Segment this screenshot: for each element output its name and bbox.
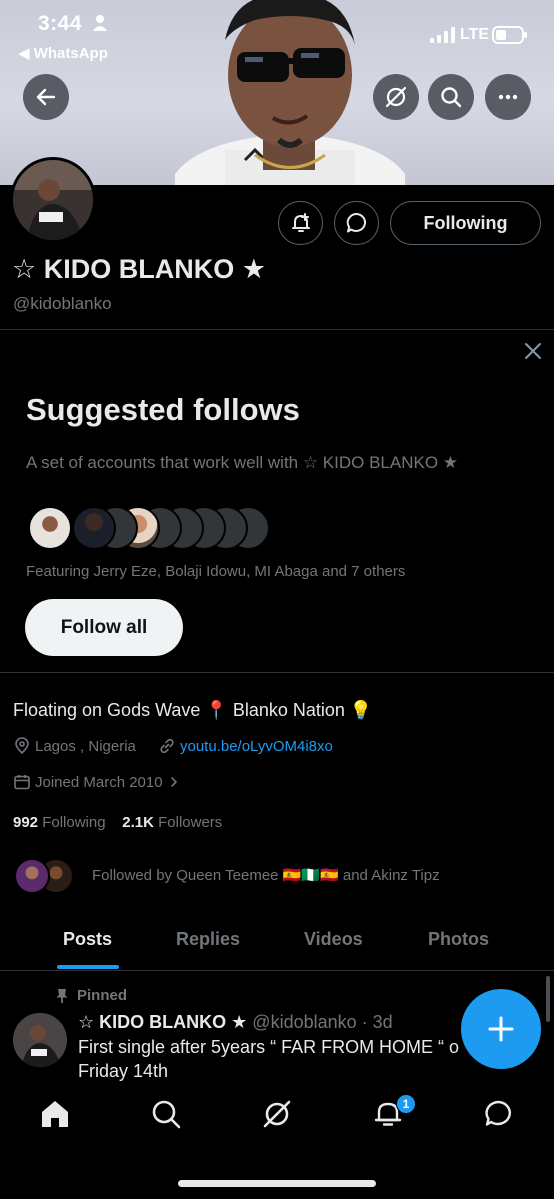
following-count: 992: [13, 814, 39, 831]
post-meta: @kidoblanko · 3d: [252, 1012, 393, 1032]
person-icon: [93, 15, 107, 31]
divider: [0, 672, 554, 673]
back-to-app-link[interactable]: ◀ WhatsApp: [18, 44, 108, 62]
grok-button[interactable]: [373, 74, 419, 120]
tab-replies[interactable]: Replies: [176, 929, 240, 950]
post-avatar[interactable]: [13, 1013, 67, 1067]
status-bar: 3:44 ◀ WhatsApp LTE: [0, 0, 554, 70]
close-icon[interactable]: [522, 340, 544, 362]
tab-posts[interactable]: Posts: [63, 929, 112, 950]
post-text-line-2[interactable]: Friday 14th: [78, 1061, 168, 1082]
profile-bio: Floating on Gods Wave 📍 Blanko Nation 💡: [13, 700, 373, 720]
profile-name: ☆ KIDO BLANKO ★: [12, 254, 266, 284]
profile-website[interactable]: youtu.be/oLyvOM4i8xo: [158, 737, 333, 755]
home-indicator[interactable]: [178, 1180, 376, 1187]
profile-location: Lagos , Nigeria: [13, 737, 136, 755]
bell-plus-icon: [291, 213, 310, 232]
search-button[interactable]: [428, 74, 474, 120]
grok-nav-icon[interactable]: [260, 1097, 294, 1131]
network-label: LTE: [460, 26, 490, 43]
status-time: 3:44: [38, 12, 83, 35]
pin-icon: [56, 988, 68, 1003]
pinned-label: Pinned: [55, 987, 127, 1004]
signal-icon: [430, 27, 455, 43]
chevron-right-icon: [170, 777, 177, 787]
suggested-avatar: [72, 506, 116, 550]
post-text-line-1[interactable]: First single after 5years “ FAR FROM HOM…: [78, 1037, 459, 1058]
followers-stat[interactable]: 2.1K Followers: [122, 814, 222, 831]
followers-label: Followers: [158, 814, 223, 831]
post-author: ☆ KIDO BLANKO ★: [78, 1012, 248, 1032]
suggested-follows-title: Suggested follows: [26, 392, 300, 427]
home-icon[interactable]: [38, 1097, 72, 1131]
more-icon: [498, 94, 518, 100]
suggested-follows-subtitle: A set of accounts that work well with ☆ …: [26, 453, 459, 472]
battery-icon: [492, 26, 527, 44]
followed-by-text[interactable]: Followed by Queen Teemee 🇪🇸🇳🇬🇪🇸 and Akin…: [92, 866, 440, 884]
compose-post-button[interactable]: [461, 989, 541, 1069]
messages-icon[interactable]: [482, 1097, 516, 1131]
profile-joined[interactable]: Joined March 2010: [13, 773, 185, 791]
followed-by-avatars[interactable]: [14, 858, 84, 898]
followers-count: 2.1K: [122, 814, 154, 831]
follow-stats: 992 Following 2.1K Followers: [13, 814, 222, 831]
pinned-text: Pinned: [77, 987, 128, 1004]
location-text: Lagos , Nigeria: [35, 737, 136, 755]
profile-avatar[interactable]: [10, 157, 96, 243]
search-icon: [441, 87, 462, 108]
back-button[interactable]: [23, 74, 69, 120]
arrow-left-icon: [36, 88, 56, 106]
notifications-toggle-button[interactable]: [278, 201, 323, 245]
follow-all-button[interactable]: Follow all: [25, 599, 183, 656]
joined-text: Joined March 2010: [35, 773, 163, 791]
suggested-avatar: [28, 506, 72, 550]
message-button[interactable]: [334, 201, 379, 245]
divider: [0, 329, 554, 330]
suggested-avatars[interactable]: [26, 506, 286, 550]
tab-videos[interactable]: Videos: [304, 929, 363, 950]
location-pin-icon: [15, 737, 29, 755]
link-icon: [160, 738, 174, 754]
plus-icon: [488, 1016, 514, 1042]
more-button[interactable]: [485, 74, 531, 120]
following-stat[interactable]: 992 Following: [13, 814, 106, 831]
explore-search-icon[interactable]: [149, 1097, 183, 1131]
calendar-icon: [14, 775, 30, 790]
post-avatar-photo: [13, 1013, 67, 1067]
profile-handle: @kidoblanko: [13, 294, 112, 313]
tab-photos[interactable]: Photos: [428, 929, 489, 950]
scrollbar[interactable]: [546, 976, 550, 1022]
grok-icon: [385, 86, 407, 108]
follower-avatar: [14, 858, 50, 894]
following-label: Following: [42, 814, 106, 831]
website-link[interactable]: youtu.be/oLyvOM4i8xo: [180, 738, 333, 755]
avatar-photo: [13, 160, 93, 240]
divider: [0, 970, 554, 971]
following-button[interactable]: Following: [390, 201, 541, 245]
bottom-navigation: 1: [0, 1083, 554, 1199]
active-tab-indicator: [57, 965, 119, 969]
notification-badge: 1: [396, 1094, 416, 1114]
featuring-text: Featuring Jerry Eze, Bolaji Idowu, MI Ab…: [26, 563, 406, 580]
post-header[interactable]: ☆ KIDO BLANKO ★ @kidoblanko · 3d: [78, 1012, 393, 1033]
message-icon: [346, 212, 366, 233]
